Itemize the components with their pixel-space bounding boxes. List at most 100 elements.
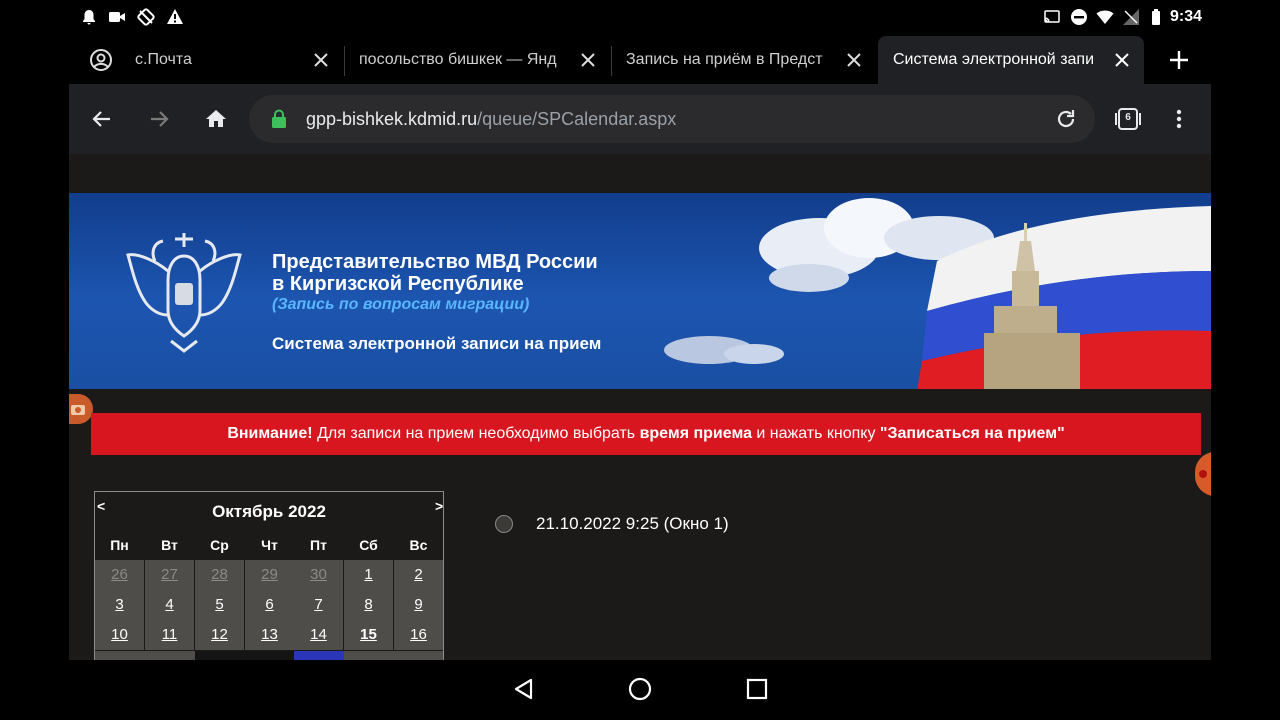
- cast-icon: [1044, 10, 1060, 23]
- minus-circle-icon: [1071, 9, 1087, 25]
- weekday-header: Ср: [210, 537, 229, 553]
- calendar-day[interactable]: 12: [195, 620, 244, 650]
- calendar-day-today[interactable]: 15: [344, 620, 393, 650]
- new-tab-plus-icon[interactable]: [1168, 49, 1190, 71]
- reload-icon[interactable]: [1055, 108, 1077, 130]
- alert-text-1: Для записи на прием необходимо выбрать: [312, 425, 640, 442]
- close-icon[interactable]: [1112, 50, 1132, 70]
- calendar-day[interactable]: 7: [294, 590, 343, 620]
- calendar-day[interactable]: 2: [394, 560, 443, 590]
- tab-title: Запись на приём в Предст: [626, 51, 823, 68]
- battery-icon: [1152, 9, 1160, 25]
- calendar-week-partial: [195, 651, 294, 660]
- video-camera-icon: [109, 12, 125, 22]
- weekday-header: Пн: [110, 537, 129, 553]
- calendar-day[interactable]: 30: [294, 560, 343, 590]
- no-signal-icon: [1123, 9, 1139, 25]
- close-icon[interactable]: [311, 50, 331, 70]
- calendar-selected-day-partial: [294, 651, 344, 660]
- alert-bold-1: время приема: [639, 425, 752, 442]
- nav-home-icon[interactable]: [628, 677, 652, 701]
- close-icon[interactable]: [844, 50, 864, 70]
- calendar-day[interactable]: 8: [344, 590, 393, 620]
- lock-icon: [272, 109, 286, 128]
- calendar-week-partial: [95, 651, 195, 660]
- calendar-day[interactable]: 10: [95, 620, 144, 650]
- calendar-day[interactable]: 29: [245, 560, 294, 590]
- camera-icon: [71, 405, 85, 415]
- calendar-day[interactable]: 9: [394, 590, 443, 620]
- calendar-day[interactable]: 5: [195, 590, 244, 620]
- weekday-header: Чт: [261, 537, 278, 553]
- record-dot-icon: [1199, 470, 1207, 478]
- calendar-day[interactable]: 11: [145, 620, 194, 650]
- warning-icon: [167, 9, 183, 24]
- floating-camera-widget[interactable]: [69, 394, 93, 424]
- tab-strip: с.Почта посольство бишкек — Янд Запись н…: [69, 36, 1211, 84]
- calendar-day[interactable]: 28: [195, 560, 244, 590]
- calendar-day[interactable]: 1: [344, 560, 393, 590]
- home-icon[interactable]: [204, 107, 228, 131]
- cloud-small-graphic: [664, 336, 784, 364]
- wifi-icon: [1096, 10, 1114, 24]
- back-arrow-icon[interactable]: [90, 107, 114, 131]
- alert-bold-2: "Записаться на прием": [879, 425, 1065, 442]
- organization-name-line2: в Киргизской Республике: [272, 273, 524, 295]
- alert-text-2: и нажать кнопку: [751, 425, 880, 442]
- calendar-next-link[interactable]: >: [435, 498, 443, 514]
- tab-search[interactable]: посольство бишкек — Янд: [359, 36, 569, 84]
- nav-recents-icon[interactable]: [746, 678, 768, 700]
- calendar-week-partial: [344, 651, 443, 660]
- tab-divider: [344, 46, 345, 76]
- weekday-header: Пт: [310, 537, 327, 553]
- coat-of-arms-icon: [126, 233, 242, 353]
- weekday-header: Вт: [161, 537, 178, 553]
- url-path: /queue/SPCalendar.aspx: [477, 109, 677, 129]
- weekday-header: Сб: [359, 537, 378, 553]
- header-banner: Представительство МВД России в Киргизско…: [69, 193, 1211, 389]
- status-time: 9:34: [1170, 8, 1203, 25]
- tab-active-calendar[interactable]: Система электронной запи: [878, 36, 1144, 84]
- web-page: Представительство МВД России в Киргизско…: [69, 154, 1211, 660]
- calendar-day[interactable]: 6: [245, 590, 294, 620]
- calendar-day[interactable]: 26: [95, 560, 144, 590]
- forward-arrow-icon[interactable]: [147, 107, 171, 131]
- tab-divider: [611, 46, 612, 76]
- close-icon[interactable]: [578, 50, 598, 70]
- url-host: gpp-bishkek.kdmid.ru: [306, 109, 478, 129]
- calendar-day[interactable]: 27: [145, 560, 194, 590]
- calendar-widget: < Октябрь 2022 > Пн Вт Ср Чт Пт Сб Вс 26…: [94, 491, 444, 660]
- do-not-disturb-icon: [137, 8, 155, 26]
- calendar-day[interactable]: 13: [245, 620, 294, 650]
- tab-switcher-button[interactable]: 6: [1115, 106, 1141, 132]
- system-navigation-bar: [0, 660, 1280, 720]
- tab-title: посольство бишкек — Янд: [359, 51, 557, 68]
- floating-record-widget[interactable]: [1195, 452, 1211, 496]
- nav-back-icon[interactable]: [512, 677, 536, 701]
- system-title: Система электронной записи на прием: [272, 334, 602, 353]
- banner-subtitle: (Запись по вопросам миграции): [272, 296, 530, 313]
- building-tower-graphic: [984, 223, 1080, 389]
- address-bar[interactable]: gpp-bishkek.kdmid.ru/queue/SPCalendar.as…: [249, 95, 1095, 143]
- alert-prefix: Внимание!: [227, 425, 313, 442]
- tab-appointment[interactable]: Запись на приём в Предст: [626, 36, 836, 84]
- calendar-day[interactable]: 14: [294, 620, 343, 650]
- tab-title: Система электронной запи: [893, 51, 1095, 68]
- organization-name-line1: Представительство МВД России: [272, 251, 598, 273]
- calendar-month-title: Октябрь 2022: [212, 502, 326, 521]
- calendar-day[interactable]: 16: [394, 620, 443, 650]
- tab-count: 6: [1125, 112, 1131, 123]
- tab-title: с.Почта: [135, 51, 192, 68]
- browser-toolbar: gpp-bishkek.kdmid.ru/queue/SPCalendar.as…: [69, 84, 1211, 154]
- calendar-day[interactable]: 4: [145, 590, 194, 620]
- more-menu-icon[interactable]: [1167, 107, 1191, 131]
- time-slot-option[interactable]: 21.10.2022 9:25 (Окно 1): [495, 514, 729, 534]
- account-icon[interactable]: [89, 48, 113, 72]
- time-slot-radio[interactable]: [495, 515, 513, 533]
- weekday-header: Вс: [409, 537, 428, 553]
- url-text: gpp-bishkek.kdmid.ru/queue/SPCalendar.as…: [306, 109, 676, 130]
- notification-bell-icon: [83, 10, 95, 25]
- attention-alert: Внимание! Для записи на прием необходимо…: [91, 413, 1201, 455]
- tab-mail[interactable]: с.Почта: [135, 36, 335, 84]
- calendar-day[interactable]: 3: [95, 590, 144, 620]
